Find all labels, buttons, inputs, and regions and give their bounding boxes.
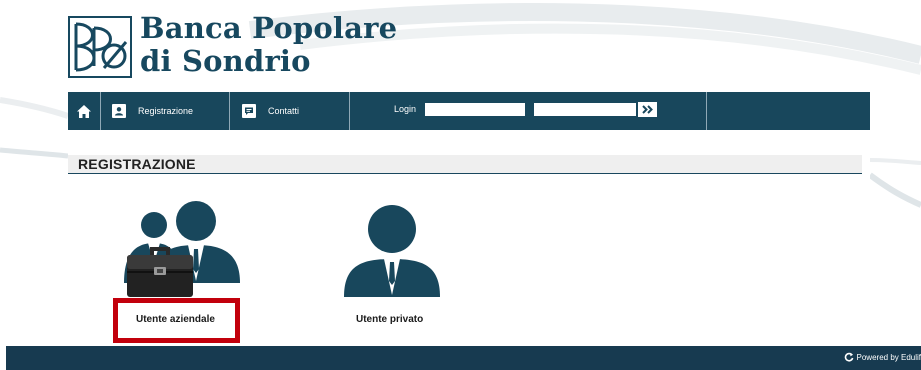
private-user-icon: [344, 205, 440, 297]
home-icon: [77, 104, 91, 118]
footer-bar: Powered by Edulif: [6, 346, 921, 370]
powered-by-text: Powered by Edulif: [856, 352, 921, 362]
login-submit-button[interactable]: [638, 102, 657, 117]
briefcase-icon: [127, 247, 193, 297]
option-utente-aziendale[interactable]: [124, 199, 244, 301]
bank-name-line1: Banca Popolare: [140, 11, 398, 45]
top-navbar: Registrazione Contatti Login: [68, 92, 870, 130]
section-header: REGISTRAZIONE: [68, 155, 862, 174]
home-button[interactable]: [76, 92, 92, 130]
refresh-icon: [844, 352, 853, 362]
nav-contatti-label: Contatti: [268, 106, 300, 116]
nav-registrazione-label: Registrazione: [138, 106, 194, 116]
option-utente-privato[interactable]: [342, 201, 442, 299]
nav-contatti[interactable]: Contatti: [242, 92, 299, 130]
password-input[interactable]: [533, 102, 637, 117]
bank-logo-mark-icon: [68, 16, 132, 78]
person-card-icon: [112, 104, 126, 118]
utente-privato-label[interactable]: Utente privato: [356, 314, 423, 325]
main-content: REGISTRAZIONE Utente aziendale Utente pr…: [68, 131, 870, 326]
username-input[interactable]: [424, 102, 526, 117]
selection-highlight-box: [113, 298, 240, 343]
powered-by: Powered by Edulif: [844, 352, 921, 362]
nav-registrazione[interactable]: Registrazione: [112, 92, 193, 130]
login-label: Login: [394, 104, 417, 114]
double-chevron-right-icon: [641, 105, 653, 114]
chat-bubble-icon: [242, 104, 256, 118]
bank-name-line2: di Sondrio: [140, 44, 311, 78]
section-title: REGISTRAZIONE: [78, 156, 196, 172]
bank-name: Banca Popolare di Sondrio: [140, 12, 397, 78]
